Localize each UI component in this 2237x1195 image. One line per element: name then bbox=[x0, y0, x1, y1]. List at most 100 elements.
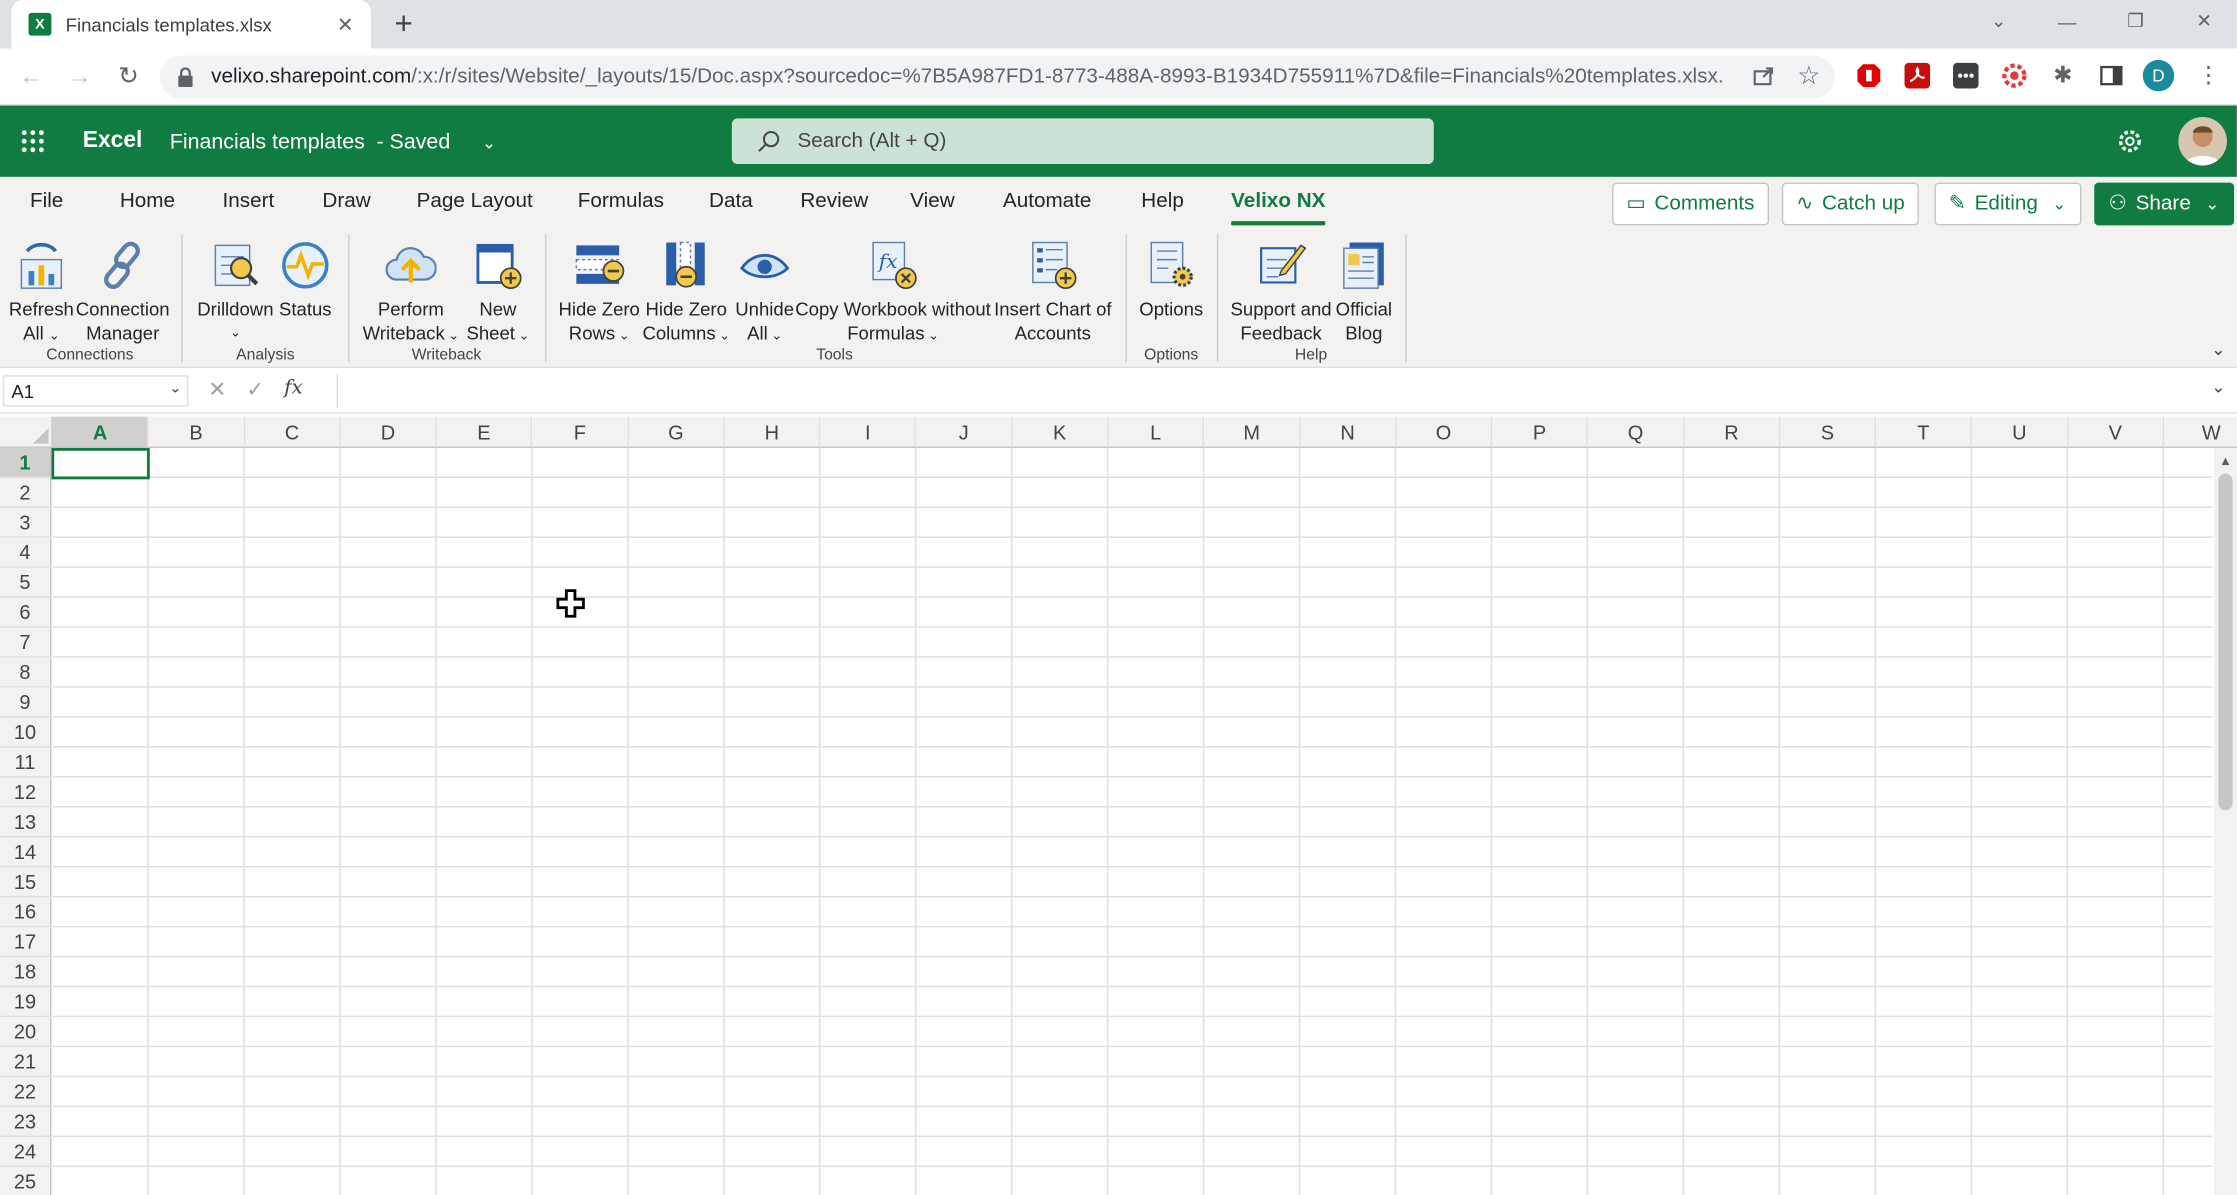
column-header-p[interactable]: P bbox=[1492, 416, 1589, 448]
row-header-12[interactable]: 12 bbox=[0, 777, 52, 808]
row-header-25[interactable]: 25 bbox=[0, 1166, 52, 1195]
column-header-l[interactable]: L bbox=[1108, 416, 1205, 448]
column-header-j[interactable]: J bbox=[916, 416, 1013, 448]
tab-search-icon[interactable]: ⌄ bbox=[1980, 6, 2017, 37]
tab-automate[interactable]: Automate bbox=[1003, 190, 1092, 213]
row-header-17[interactable]: 17 bbox=[0, 927, 52, 958]
insert-function-icon[interactable]: fx bbox=[284, 377, 303, 403]
tab-draw[interactable]: Draw bbox=[322, 190, 370, 213]
tab-help[interactable]: Help bbox=[1141, 190, 1184, 213]
minimize-icon[interactable]: — bbox=[2049, 6, 2086, 37]
row-header-21[interactable]: 21 bbox=[0, 1047, 52, 1078]
forward-icon[interactable]: → bbox=[63, 60, 97, 94]
reload-icon[interactable]: ↻ bbox=[111, 60, 145, 94]
row-header-11[interactable]: 11 bbox=[0, 747, 52, 778]
column-header-c[interactable]: C bbox=[244, 416, 341, 448]
column-header-o[interactable]: O bbox=[1396, 416, 1493, 448]
row-header-6[interactable]: 6 bbox=[0, 597, 52, 628]
restore-icon[interactable]: ❐ bbox=[2117, 6, 2154, 37]
address-bar[interactable]: velixo.sharepoint.com/:x:/r/sites/Websit… bbox=[159, 55, 1835, 99]
profile-avatar[interactable]: D bbox=[2142, 59, 2175, 92]
tab-insert[interactable]: Insert bbox=[223, 190, 275, 213]
vertical-scrollbar[interactable]: ▲ bbox=[2214, 447, 2237, 1195]
perform-writeback-button[interactable]: Perform Writeback ⌄ bbox=[361, 234, 461, 348]
editing-mode-button[interactable]: ✎ Editing ⌄ bbox=[1934, 182, 2081, 226]
worksheet-grid[interactable]: ▲ A B C D E F G H I J K L M N O P Q R S T U V W 1 2 3 4 5 6 7 8 9 10 11 12… bbox=[0, 416, 2237, 1195]
back-icon[interactable]: ← bbox=[14, 60, 48, 94]
tab-view[interactable]: View bbox=[910, 190, 954, 213]
hide-zero-rows-button[interactable]: Hide Zero Rows ⌄ bbox=[556, 234, 642, 348]
share-page-icon[interactable] bbox=[1749, 61, 1778, 90]
tab-data[interactable]: Data bbox=[709, 190, 753, 213]
support-and-feedback-button[interactable]: Support and Feedback bbox=[1228, 234, 1334, 345]
unhide-all-button[interactable]: Unhide All ⌄ bbox=[733, 234, 796, 348]
collapse-ribbon-chevron-icon[interactable]: ⌄ bbox=[2211, 340, 2225, 360]
active-cell-a1[interactable] bbox=[51, 447, 150, 480]
gear-extension-icon[interactable] bbox=[2000, 61, 2029, 90]
row-header-3[interactable]: 3 bbox=[0, 507, 52, 538]
app-launcher-icon[interactable] bbox=[20, 128, 46, 154]
row-header-7[interactable]: 7 bbox=[0, 627, 52, 658]
options-button[interactable]: Options bbox=[1136, 234, 1207, 321]
column-header-r[interactable]: R bbox=[1684, 416, 1781, 448]
row-header-13[interactable]: 13 bbox=[0, 807, 52, 838]
row-header-23[interactable]: 23 bbox=[0, 1107, 52, 1138]
column-header-f[interactable]: F bbox=[532, 416, 629, 448]
row-header-4[interactable]: 4 bbox=[0, 537, 52, 568]
scroll-thumb[interactable] bbox=[2218, 473, 2233, 811]
user-avatar[interactable] bbox=[2178, 116, 2227, 166]
extensions-puzzle-icon[interactable]: ✱ bbox=[2049, 61, 2078, 90]
row-header-16[interactable]: 16 bbox=[0, 897, 52, 928]
expand-formula-bar-icon[interactable]: ⌄ bbox=[2211, 377, 2225, 397]
tab-home[interactable]: Home bbox=[120, 190, 175, 213]
row-header-9[interactable]: 9 bbox=[0, 687, 52, 718]
new-sheet-button[interactable]: New Sheet ⌄ bbox=[461, 234, 535, 348]
document-title-menu[interactable]: Financials templates - Saved ⌄ bbox=[170, 130, 496, 154]
tab-review[interactable]: Review bbox=[800, 190, 868, 213]
share-button[interactable]: ⚇ Share ⌄ bbox=[2094, 182, 2234, 226]
column-header-h[interactable]: H bbox=[724, 416, 821, 448]
adblock-extension-icon[interactable] bbox=[1855, 61, 1884, 90]
formula-input[interactable] bbox=[348, 377, 2188, 406]
bookmark-star-icon[interactable]: ☆ bbox=[1795, 61, 1824, 90]
row-header-20[interactable]: 20 bbox=[0, 1017, 52, 1048]
column-header-e[interactable]: E bbox=[436, 416, 533, 448]
browser-tab[interactable]: X Financials templates.xlsx ✕ bbox=[11, 0, 371, 49]
cancel-entry-icon[interactable]: ✕ bbox=[208, 377, 226, 402]
column-header-a[interactable]: A bbox=[52, 416, 149, 448]
app-name[interactable]: Excel bbox=[83, 128, 143, 154]
row-header-2[interactable]: 2 bbox=[0, 477, 52, 508]
column-header-t[interactable]: T bbox=[1876, 416, 1973, 448]
search-box[interactable]: Search (Alt + Q) bbox=[731, 118, 1434, 165]
new-tab-icon[interactable]: + bbox=[388, 6, 419, 42]
row-header-5[interactable]: 5 bbox=[0, 567, 52, 598]
column-header-k[interactable]: K bbox=[1012, 416, 1109, 448]
column-header-n[interactable]: N bbox=[1300, 416, 1397, 448]
tab-velixo-nx[interactable]: Velixo NX bbox=[1231, 190, 1326, 226]
column-header-g[interactable]: G bbox=[628, 416, 725, 448]
tab-formulas[interactable]: Formulas bbox=[578, 190, 664, 213]
row-header-8[interactable]: 8 bbox=[0, 657, 52, 688]
connection-manager-button[interactable]: Connection Manager bbox=[76, 234, 170, 345]
row-header-14[interactable]: 14 bbox=[0, 837, 52, 868]
row-header-22[interactable]: 22 bbox=[0, 1077, 52, 1108]
column-header-s[interactable]: S bbox=[1780, 416, 1877, 448]
row-header-18[interactable]: 18 bbox=[0, 957, 52, 988]
column-header-q[interactable]: Q bbox=[1588, 416, 1685, 448]
pdf-extension-icon[interactable] bbox=[1903, 61, 1932, 90]
row-header-1[interactable]: 1 bbox=[0, 447, 52, 478]
column-header-m[interactable]: M bbox=[1204, 416, 1301, 448]
row-header-19[interactable]: 19 bbox=[0, 987, 52, 1018]
refresh-all-button[interactable]: Refresh All ⌄ bbox=[9, 234, 75, 348]
column-header-v[interactable]: V bbox=[2068, 416, 2165, 448]
browser-menu-icon[interactable]: ⋮ bbox=[2194, 61, 2223, 90]
drilldown-button[interactable]: Drilldown ⌄ bbox=[194, 234, 277, 345]
scroll-up-icon[interactable]: ▲ bbox=[2214, 454, 2237, 468]
row-header-15[interactable]: 15 bbox=[0, 867, 52, 898]
confirm-entry-icon[interactable]: ✓ bbox=[246, 377, 264, 402]
side-panel-icon[interactable] bbox=[2097, 61, 2126, 90]
password-extension-icon[interactable] bbox=[1952, 61, 1981, 90]
copy-workbook-without-formulas-button[interactable]: fx Copy Workbook without Formulas ⌄ bbox=[793, 234, 993, 348]
comments-button[interactable]: ▭ Comments bbox=[1612, 182, 1769, 226]
status-button[interactable]: Status bbox=[277, 234, 334, 321]
